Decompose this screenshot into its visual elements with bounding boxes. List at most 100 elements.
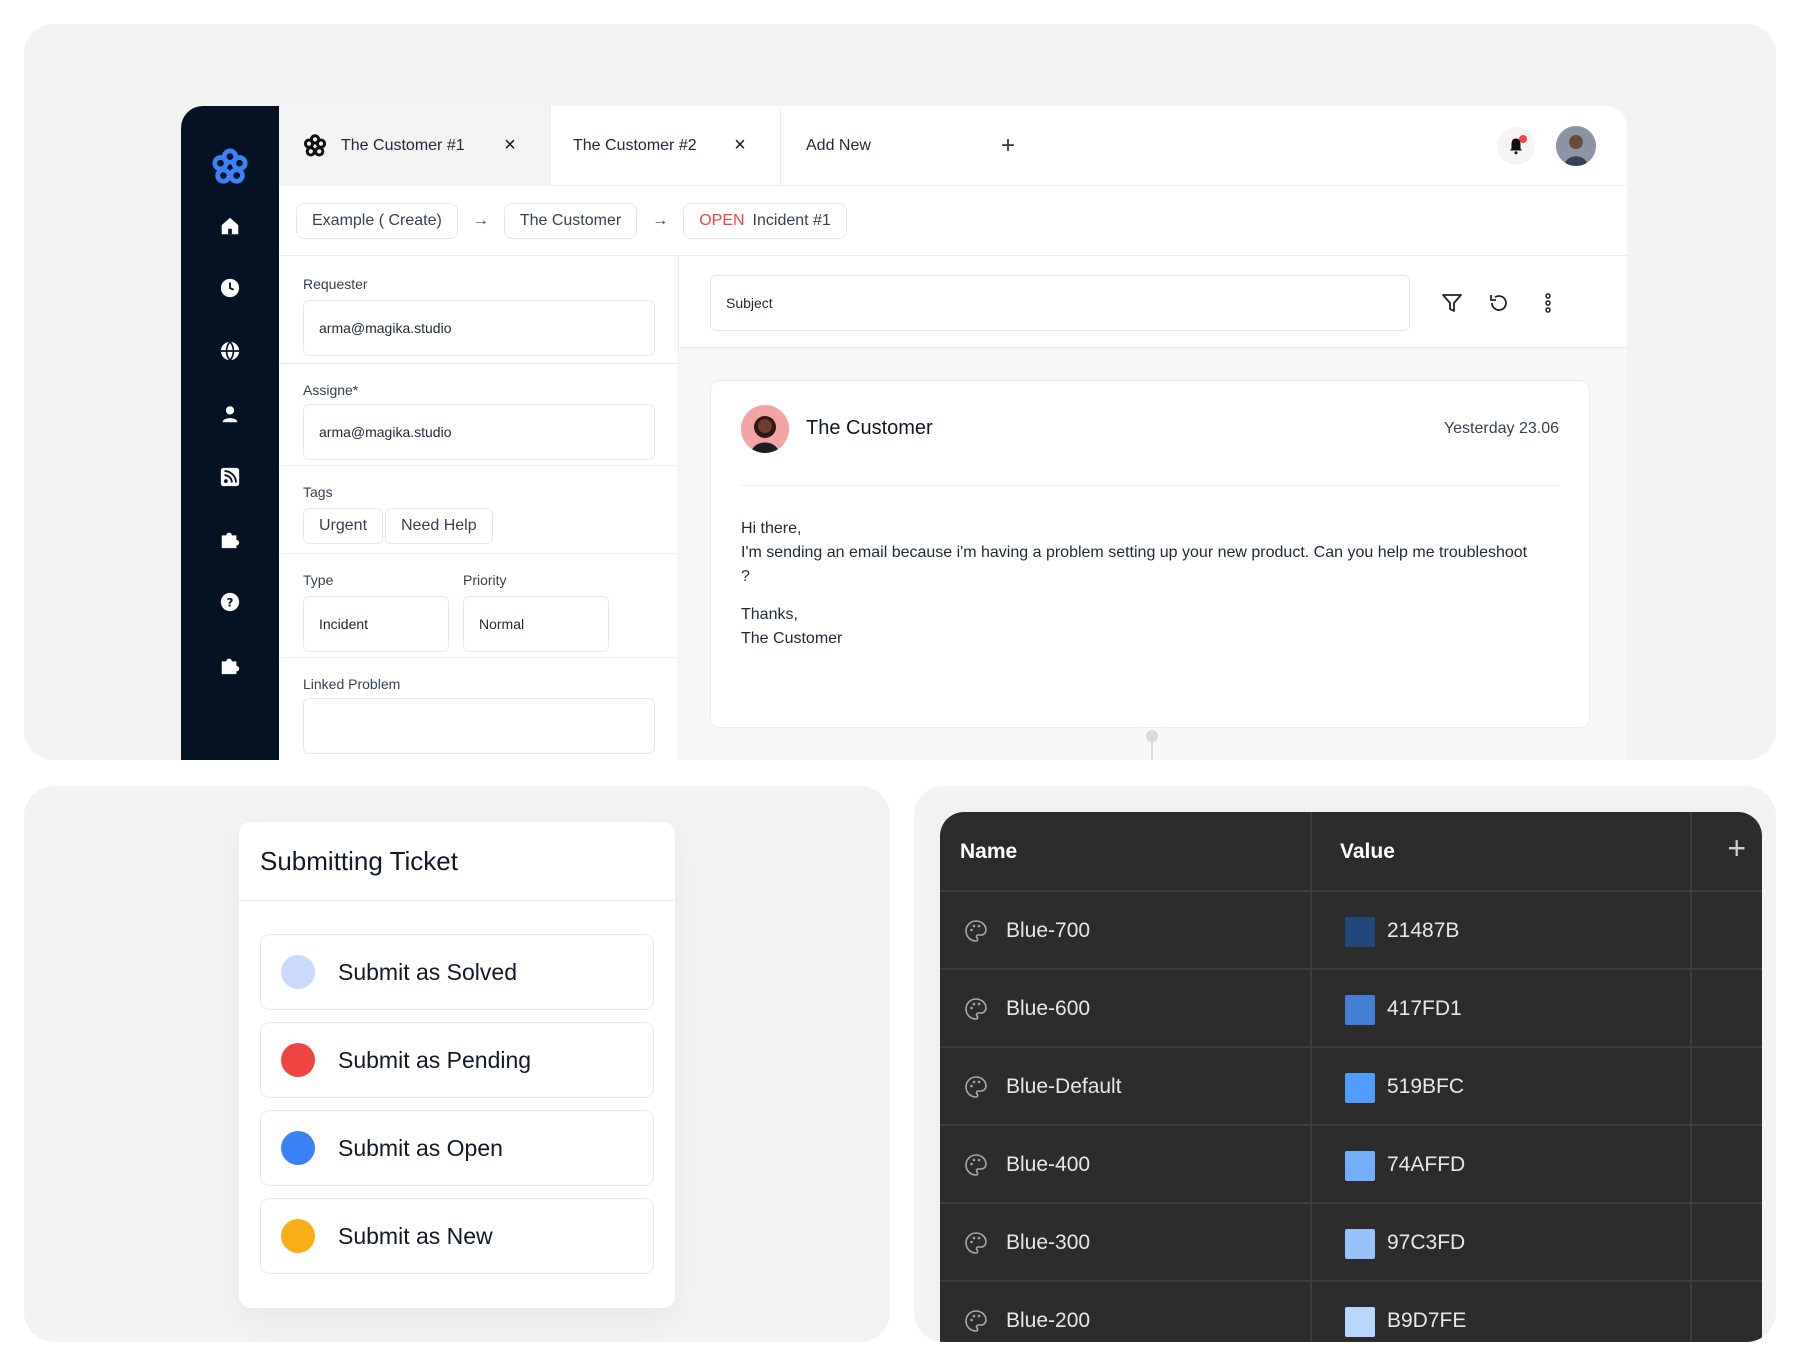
option-label: Submit as Pending	[338, 1046, 532, 1073]
sender-name: The Customer	[806, 417, 933, 439]
palette-icon	[965, 920, 987, 942]
table-row[interactable]: Blue-300 97C3FD	[940, 1204, 1762, 1282]
arrow-right-icon: →	[472, 211, 489, 229]
plus-icon: +	[1001, 132, 1016, 159]
palette-icon	[965, 1310, 987, 1332]
subject-input[interactable]: Subject	[710, 275, 1410, 331]
column-header-name[interactable]: Name	[960, 840, 1017, 864]
priority-select[interactable]: Normal	[463, 596, 609, 652]
token-name: Blue-700	[1006, 919, 1091, 942]
option-label: Submit as Open	[338, 1134, 503, 1161]
globe-icon[interactable]	[218, 339, 242, 363]
message-signature: The Customer	[741, 630, 843, 647]
puzzle-icon[interactable]	[218, 527, 242, 551]
requester-field[interactable]: arma@magika.studio	[303, 300, 655, 356]
table-header: Name Value +	[940, 812, 1762, 892]
message-thanks: Thanks,	[741, 606, 798, 623]
more-icon[interactable]	[1535, 290, 1561, 316]
tab-bar: The Customer #1 × The Customer #2 × Add …	[279, 106, 1627, 186]
requester-section: Requester arma@magika.studio	[279, 256, 678, 364]
submit-as-new-button[interactable]: Submit as New	[260, 1198, 654, 1274]
help-icon[interactable]: ?	[218, 590, 242, 614]
avatar[interactable]	[1556, 126, 1596, 166]
refresh-icon[interactable]	[1486, 290, 1512, 316]
filter-icon[interactable]	[1439, 290, 1465, 316]
tag-need-help[interactable]: Need Help	[385, 508, 493, 544]
status-dot	[281, 955, 315, 989]
submit-ticket-panel: Submitting Ticket Submit as Solved Submi…	[24, 786, 890, 1342]
message-body: Hi there, I'm sending an email because i…	[741, 517, 1531, 651]
column-header-value[interactable]: Value	[1340, 840, 1395, 864]
notifications-button[interactable]	[1497, 127, 1535, 165]
token-name: Blue-600	[1006, 997, 1091, 1020]
tag-urgent[interactable]: Urgent	[303, 508, 384, 544]
svg-text:?: ?	[227, 596, 234, 610]
table-row[interactable]: Blue-200 B9D7FE	[940, 1282, 1762, 1342]
table-row[interactable]: Blue-400 74AFFD	[940, 1126, 1762, 1204]
tags-label: Tags	[303, 484, 333, 500]
color-swatch	[1345, 917, 1375, 947]
clock-icon[interactable]	[218, 276, 242, 300]
notification-dot	[1519, 135, 1527, 143]
palette-icon	[965, 998, 987, 1020]
close-icon[interactable]: ×	[500, 134, 520, 156]
token-name: Blue-400	[1006, 1153, 1091, 1176]
breadcrumb-item[interactable]: The Customer	[503, 202, 638, 239]
table-row[interactable]: Blue-Default 519BFC	[940, 1048, 1762, 1126]
assignee-field[interactable]: arma@magika.studio	[303, 404, 655, 460]
token-name: Blue-200	[1006, 1309, 1091, 1332]
tab-customer-1[interactable]: The Customer #1 ×	[279, 106, 551, 186]
token-value: 519BFC	[1387, 1075, 1465, 1098]
thread-node	[1146, 730, 1158, 742]
close-icon[interactable]: ×	[730, 134, 750, 156]
plus-icon[interactable]: +	[1727, 832, 1746, 864]
assignee-section: Assigne* arma@magika.studio	[279, 364, 678, 466]
table-row[interactable]: Blue-600 417FD1	[940, 970, 1762, 1048]
linked-problem-field[interactable]	[303, 698, 655, 754]
option-label: Submit as New	[338, 1222, 493, 1249]
type-select[interactable]: Incident	[303, 596, 449, 652]
token-value: 21487B	[1387, 919, 1460, 942]
priority-label: Priority	[463, 572, 507, 588]
breadcrumb-label: Incident #1	[752, 211, 831, 229]
divider	[741, 485, 1559, 486]
palette-icon	[965, 1154, 987, 1176]
divider	[239, 900, 675, 901]
logo-icon[interactable]	[211, 148, 249, 186]
assignee-label: Assigne*	[303, 382, 359, 398]
color-swatch	[1345, 1073, 1375, 1103]
message-greeting: Hi there,	[741, 520, 802, 537]
token-value: 74AFFD	[1387, 1153, 1466, 1176]
linked-problem-section: Linked Problem	[279, 658, 678, 760]
submit-as-solved-button[interactable]: Submit as Solved	[260, 934, 654, 1010]
logo-icon	[303, 134, 327, 157]
submit-as-open-button[interactable]: Submit as Open	[260, 1110, 654, 1186]
tab-customer-2[interactable]: The Customer #2 ×	[551, 106, 781, 186]
token-value: 417FD1	[1387, 997, 1462, 1020]
user-icon[interactable]	[218, 402, 242, 426]
rss-icon[interactable]	[218, 465, 242, 489]
arrow-right-icon: →	[652, 211, 669, 229]
puzzle-icon[interactable]	[218, 653, 242, 677]
option-label: Submit as Solved	[338, 958, 517, 985]
token-value: B9D7FE	[1387, 1309, 1467, 1332]
avatar	[741, 405, 789, 453]
tab-label: The Customer #1	[341, 137, 465, 154]
color-swatch	[1345, 1307, 1375, 1337]
breadcrumb-current[interactable]: OPEN Incident #1	[683, 202, 847, 239]
table-row[interactable]: Blue-700 21487B	[940, 892, 1762, 970]
home-icon[interactable]	[218, 214, 242, 238]
token-name: Blue-300	[1006, 1231, 1091, 1254]
tab-label: The Customer #2	[573, 137, 697, 154]
type-label: Type	[303, 572, 334, 588]
submit-ticket-card: Submitting Ticket Submit as Solved Submi…	[239, 822, 675, 1308]
breadcrumb: Example ( Create) → The Customer → OPEN …	[279, 186, 1627, 256]
subject-bar: Subject	[679, 256, 1627, 348]
status-dot	[281, 1219, 315, 1253]
submit-as-pending-button[interactable]: Submit as Pending	[260, 1022, 654, 1098]
token-name: Blue-Default	[1006, 1075, 1122, 1098]
message-text: I'm sending an email because i'm having …	[741, 544, 1528, 585]
breadcrumb-item[interactable]: Example ( Create)	[296, 202, 458, 239]
add-new-tab-button[interactable]: Add New +	[781, 106, 1031, 186]
status-dot	[281, 1131, 315, 1165]
